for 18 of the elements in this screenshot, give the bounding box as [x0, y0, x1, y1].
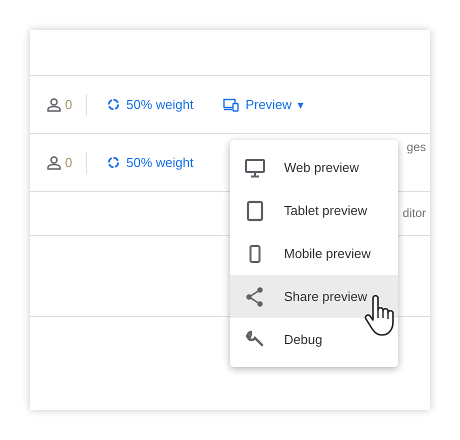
monitor-icon [244, 156, 266, 178]
ring-icon [107, 98, 120, 111]
user-count: 0 [65, 97, 72, 112]
preview-button[interactable]: Preview ▾ [223, 97, 304, 112]
menu-item[interactable]: Web preview [230, 146, 398, 189]
column-text: ditor [402, 206, 426, 220]
weight-button[interactable]: 50% weight [107, 97, 194, 112]
weight-button[interactable]: 50% weight [107, 155, 194, 170]
menu-item[interactable]: Share preview [230, 275, 398, 318]
ring-icon [107, 156, 120, 169]
person-icon [46, 96, 62, 112]
menu-item[interactable]: Tablet preview [230, 189, 398, 232]
column-text: ges [406, 140, 426, 154]
tablet-icon [244, 200, 266, 222]
menu-item[interactable]: Mobile preview [230, 232, 398, 275]
devices-icon [223, 98, 240, 112]
person-icon [46, 154, 62, 170]
user-count: 0 [65, 155, 72, 170]
